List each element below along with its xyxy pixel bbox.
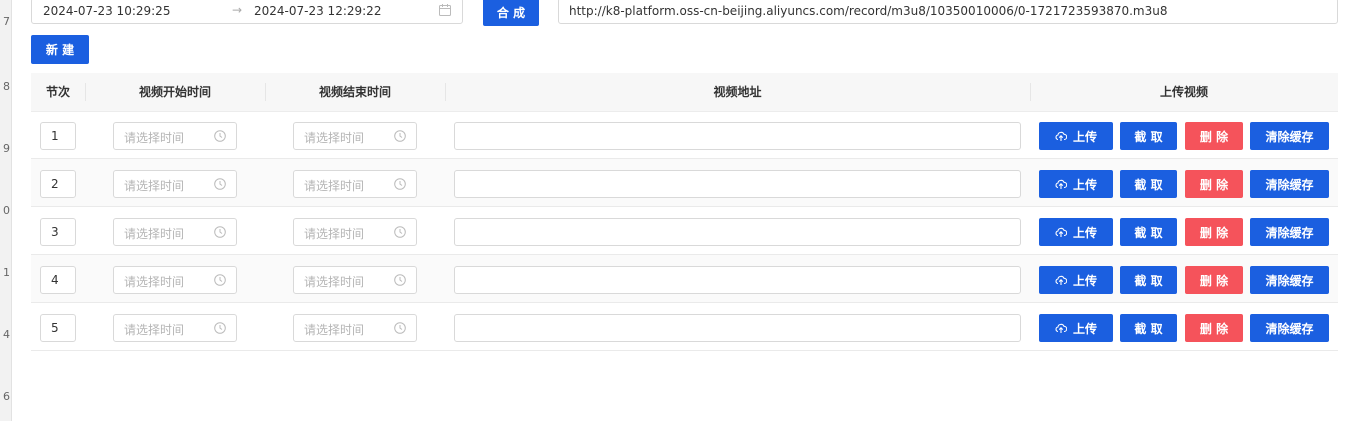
index-input[interactable]: 1 xyxy=(40,122,76,150)
clock-icon xyxy=(394,178,406,190)
capture-button[interactable]: 截 取 xyxy=(1120,314,1177,342)
column-header-upload: 上传视频 xyxy=(1159,85,1208,99)
clear-cache-button[interactable]: 清除缓存 xyxy=(1250,314,1329,342)
range-separator: → xyxy=(232,3,243,17)
clock-icon xyxy=(394,226,406,238)
gutter-number: 6 xyxy=(3,390,10,403)
end-time-placeholder: 请选择时间 xyxy=(304,323,365,337)
table-row: 4 请选择时间 请选择时间 上传 截 取 删 除 清除缓存 xyxy=(31,255,1338,303)
clear-cache-button[interactable]: 清除缓存 xyxy=(1250,218,1329,246)
cloud-upload-icon xyxy=(1055,323,1067,333)
end-time-picker[interactable]: 请选择时间 xyxy=(293,170,417,198)
cloud-upload-icon xyxy=(1055,131,1067,141)
upload-button[interactable]: 上传 xyxy=(1039,170,1113,198)
delete-button[interactable]: 删 除 xyxy=(1185,266,1243,294)
start-time-placeholder: 请选择时间 xyxy=(124,131,185,145)
upload-button-label: 上传 xyxy=(1072,321,1097,336)
video-url-input[interactable]: http://k8-platform.oss-cn-beijing.aliyun… xyxy=(558,0,1338,24)
end-time-placeholder: 请选择时间 xyxy=(304,227,365,241)
gutter-number: 0 xyxy=(3,204,10,217)
delete-button[interactable]: 删 除 xyxy=(1185,170,1243,198)
clock-icon xyxy=(394,274,406,286)
start-time-picker[interactable]: 请选择时间 xyxy=(113,122,237,150)
start-time-picker[interactable]: 请选择时间 xyxy=(113,266,237,294)
clear-cache-button[interactable]: 清除缓存 xyxy=(1250,170,1329,198)
end-time-placeholder: 请选择时间 xyxy=(304,179,365,193)
delete-button[interactable]: 删 除 xyxy=(1185,122,1243,150)
upload-button-label: 上传 xyxy=(1072,129,1097,144)
cloud-upload-icon xyxy=(1055,179,1067,189)
clock-icon xyxy=(214,274,226,286)
start-time-placeholder: 请选择时间 xyxy=(124,275,185,289)
capture-button[interactable]: 截 取 xyxy=(1120,170,1177,198)
upload-button[interactable]: 上传 xyxy=(1039,218,1113,246)
clock-icon xyxy=(214,322,226,334)
gutter-number: 7 xyxy=(3,15,10,28)
table-row: 2 请选择时间 请选择时间 上传 截 取 删 除 清除缓存 xyxy=(31,159,1338,207)
video-address-input[interactable] xyxy=(454,266,1021,294)
cloud-upload-icon xyxy=(1055,275,1067,285)
delete-button[interactable]: 删 除 xyxy=(1185,218,1243,246)
upload-button[interactable]: 上传 xyxy=(1039,266,1113,294)
video-address-input[interactable] xyxy=(454,314,1021,342)
video-address-input[interactable] xyxy=(454,218,1021,246)
new-button[interactable]: 新 建 xyxy=(31,35,89,64)
gutter-number: 4 xyxy=(3,328,10,341)
index-input[interactable]: 3 xyxy=(40,218,76,246)
upload-button-label: 上传 xyxy=(1072,177,1097,192)
column-header-start-time: 视频开始时间 xyxy=(138,85,211,99)
range-end-value[interactable]: 2024-07-23 12:29:22 xyxy=(254,4,381,18)
capture-button[interactable]: 截 取 xyxy=(1120,122,1177,150)
end-time-picker[interactable]: 请选择时间 xyxy=(293,266,417,294)
index-input[interactable]: 4 xyxy=(40,266,76,294)
index-input[interactable]: 2 xyxy=(40,170,76,198)
table-row: 3 请选择时间 请选择时间 上传 截 取 删 除 清除缓存 xyxy=(31,207,1338,255)
upload-button[interactable]: 上传 xyxy=(1039,122,1113,150)
end-time-picker[interactable]: 请选择时间 xyxy=(293,122,417,150)
end-time-placeholder: 请选择时间 xyxy=(304,275,365,289)
start-time-picker[interactable]: 请选择时间 xyxy=(113,314,237,342)
calendar-icon xyxy=(439,4,451,16)
start-time-placeholder: 请选择时间 xyxy=(124,227,185,241)
capture-button[interactable]: 截 取 xyxy=(1120,218,1177,246)
gutter-number: 9 xyxy=(3,142,10,155)
clock-icon xyxy=(394,130,406,142)
gutter-number: 8 xyxy=(3,80,10,93)
clock-icon xyxy=(394,322,406,334)
table-header: 节次 视频开始时间 视频结束时间 视频地址 上传视频 xyxy=(31,73,1338,112)
end-time-placeholder: 请选择时间 xyxy=(304,131,365,145)
start-time-picker[interactable]: 请选择时间 xyxy=(113,170,237,198)
end-time-picker[interactable]: 请选择时间 xyxy=(293,218,417,246)
column-header-end-time: 视频结束时间 xyxy=(318,85,391,99)
column-header-address: 视频地址 xyxy=(713,85,762,99)
table-row: 5 请选择时间 请选择时间 上传 截 取 删 除 清除缓存 xyxy=(31,303,1338,351)
start-time-placeholder: 请选择时间 xyxy=(124,323,185,337)
upload-button[interactable]: 上传 xyxy=(1039,314,1113,342)
clock-icon xyxy=(214,178,226,190)
video-address-input[interactable] xyxy=(454,122,1021,150)
start-time-picker[interactable]: 请选择时间 xyxy=(113,218,237,246)
start-time-placeholder: 请选择时间 xyxy=(124,179,185,193)
date-range-picker[interactable]: 2024-07-23 10:29:25 → 2024-07-23 12:29:2… xyxy=(31,0,463,24)
compose-button[interactable]: 合 成 xyxy=(483,0,539,26)
range-start-value[interactable]: 2024-07-23 10:29:25 xyxy=(43,4,170,18)
cloud-upload-icon xyxy=(1055,227,1067,237)
clear-cache-button[interactable]: 清除缓存 xyxy=(1250,266,1329,294)
index-input[interactable]: 5 xyxy=(40,314,76,342)
capture-button[interactable]: 截 取 xyxy=(1120,266,1177,294)
delete-button[interactable]: 删 除 xyxy=(1185,314,1243,342)
end-time-picker[interactable]: 请选择时间 xyxy=(293,314,417,342)
clear-cache-button[interactable]: 清除缓存 xyxy=(1250,122,1329,150)
clock-icon xyxy=(214,130,226,142)
clock-icon xyxy=(214,226,226,238)
video-address-input[interactable] xyxy=(454,170,1021,198)
table-row: 1 请选择时间 请选择时间 上传 截 取 删 除 清除缓存 xyxy=(31,111,1338,159)
gutter-number: 1 xyxy=(3,266,10,279)
upload-button-label: 上传 xyxy=(1072,273,1097,288)
upload-button-label: 上传 xyxy=(1072,225,1097,240)
column-header-index: 节次 xyxy=(45,85,70,99)
left-gutter: 7 8 9 0 1 4 6 xyxy=(0,0,12,421)
